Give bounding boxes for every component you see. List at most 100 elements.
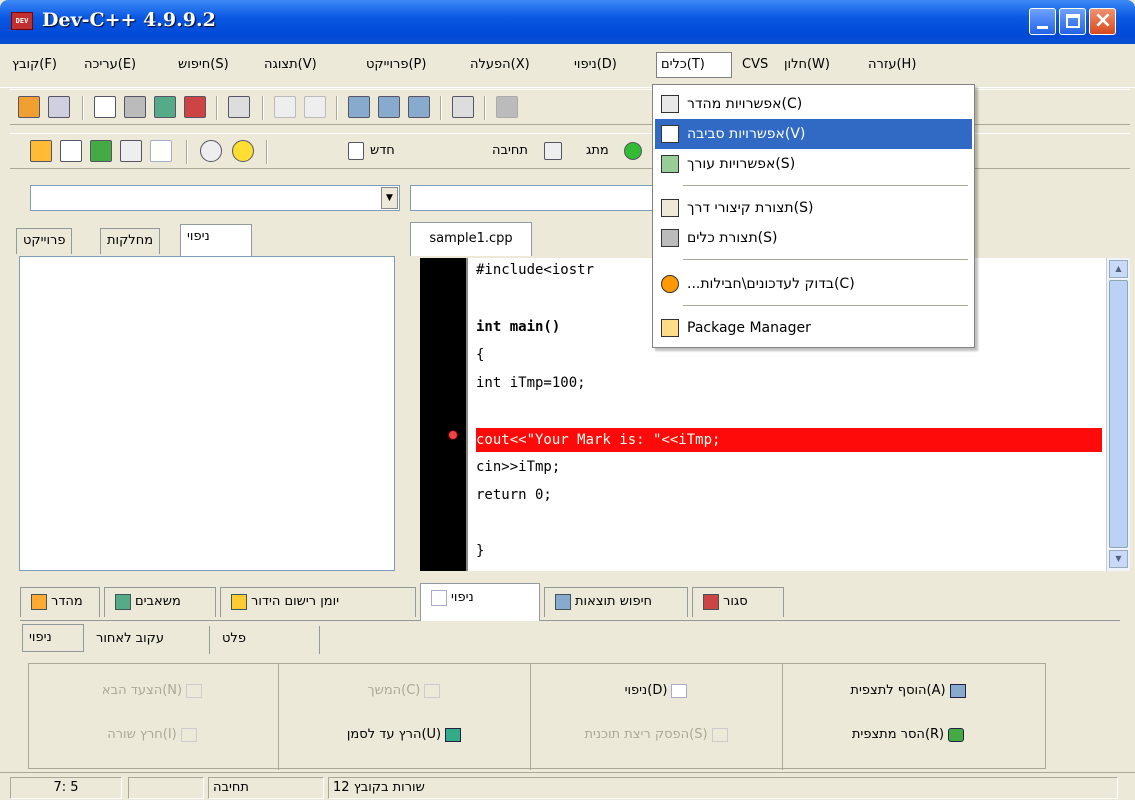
menu-separator xyxy=(683,259,968,260)
breakpoint-icon[interactable] xyxy=(448,430,458,440)
debug-tree-panel[interactable] xyxy=(19,256,395,571)
tab-resources[interactable]: משאבים xyxy=(104,587,216,617)
toolbar-separator xyxy=(216,96,218,120)
compile-button[interactable]: תחיבה xyxy=(492,143,528,158)
compile-run-icon[interactable] xyxy=(90,140,112,162)
continue-button[interactable]: המשך(C) xyxy=(281,678,531,704)
open-project-icon[interactable] xyxy=(18,96,40,118)
code-line: } xyxy=(476,543,485,559)
button-label: חרץ שורה(I) xyxy=(107,727,177,742)
new-button[interactable]: חדש xyxy=(370,143,395,158)
menu-item-label: אפשרויות סביבה(V) xyxy=(687,126,806,142)
toolbar-separator xyxy=(186,140,188,164)
menu-window[interactable]: חלון(W) xyxy=(780,52,834,78)
about-icon[interactable] xyxy=(232,140,254,162)
menu-project[interactable]: פרוייקט(P) xyxy=(362,52,430,78)
subtab-output[interactable]: פלט xyxy=(216,626,320,654)
close-icon: × xyxy=(1093,8,1113,33)
menu-search[interactable]: חיפוש(S) xyxy=(174,52,233,78)
menu-edit[interactable]: עריכה(E) xyxy=(80,52,140,78)
menu-item-check-updates[interactable]: ...בדוק לעדכונים\חבילות(C) xyxy=(655,269,972,299)
remove-watch-button[interactable]: הסר מתצפית(R) xyxy=(785,722,1035,748)
tab-compile-log[interactable]: יומן רישום הידור xyxy=(220,587,416,617)
debug-check-icon xyxy=(671,683,688,698)
print-icon[interactable] xyxy=(228,96,250,118)
subtab-backtrace[interactable]: עקוב לאחור xyxy=(90,626,210,654)
menu-item-environment-options[interactable]: אפשרויות סביבה(V) xyxy=(655,119,972,149)
resources-icon xyxy=(115,593,131,610)
menu-item-label: תצורת קיצורי דרך(S) xyxy=(687,200,814,216)
class-combobox[interactable]: ▼ xyxy=(30,185,400,211)
scroll-down-icon[interactable]: ▼ xyxy=(1109,550,1128,568)
highlighted-code-line: cout<<"Your Mark is: "<<iTmp; xyxy=(476,428,1102,452)
close-file-icon[interactable] xyxy=(184,96,206,118)
chevron-down-icon[interactable]: ▼ xyxy=(381,187,398,209)
tab-find-results[interactable]: חיפוש תוצאות xyxy=(544,587,688,617)
debug-button[interactable]: ניפוי(D) xyxy=(533,678,783,704)
toggle-button[interactable]: מתג xyxy=(586,143,609,158)
open-file-icon[interactable] xyxy=(48,96,70,118)
toolbar-separator xyxy=(82,96,84,120)
stop-execution-button[interactable]: הפסק ריצת תוכנית(S) xyxy=(533,722,783,748)
goto-line-icon[interactable] xyxy=(452,96,474,118)
tab-close[interactable]: סגור xyxy=(692,587,784,617)
menu-item-editor-options[interactable]: אפשרויות עורך(S) xyxy=(655,149,972,179)
menu-cvs[interactable]: CVS xyxy=(738,52,772,78)
editor-vertical-scrollbar[interactable]: ▲ ▼ xyxy=(1106,258,1130,571)
subtab-debug[interactable]: ניפוי xyxy=(22,624,84,652)
next-step-button[interactable]: הצעד הבא(N) xyxy=(29,678,279,704)
save-icon[interactable] xyxy=(124,96,146,118)
menu-tools[interactable]: כלים(T) xyxy=(656,52,732,78)
undo-icon[interactable] xyxy=(274,96,296,118)
menu-item-package-manager[interactable]: Package Manager xyxy=(655,313,972,343)
button-label: הסר מתצפית(R) xyxy=(851,727,945,742)
menu-item-compiler-options[interactable]: אפשרויות מהדר(C) xyxy=(655,89,972,119)
menu-file[interactable]: קובץ(F) xyxy=(8,52,61,78)
tab-debug-panel[interactable]: ניפוי xyxy=(420,583,540,621)
minimize-button[interactable] xyxy=(1029,8,1056,35)
find-icon[interactable] xyxy=(348,96,370,118)
compile-icon[interactable] xyxy=(30,140,52,162)
tab-project[interactable]: פרוייקט xyxy=(16,228,73,254)
menu-item-label: אפשרויות מהדר(C) xyxy=(687,96,803,112)
button-label: הרץ עד לסמן(U) xyxy=(346,727,442,742)
help-icon[interactable] xyxy=(200,140,222,162)
add-watch-button[interactable]: הוסף לתצפית(A) xyxy=(785,678,1035,704)
menu-execute[interactable]: הפעלה(X) xyxy=(466,52,534,78)
tab-compiler[interactable]: מהדר xyxy=(20,587,100,617)
debug-check-icon[interactable] xyxy=(150,140,172,162)
title-bar[interactable]: DEV Dev-C++ 4.9.9.2 × xyxy=(0,0,1135,44)
member-combobox[interactable] xyxy=(410,185,660,211)
menu-debug[interactable]: ניפוי(D) xyxy=(570,52,621,78)
menu-item-tools-config[interactable]: תצורת כלים(S) xyxy=(655,223,972,253)
save-all-icon[interactable] xyxy=(154,96,176,118)
scroll-up-icon[interactable]: ▲ xyxy=(1109,260,1128,278)
menu-help[interactable]: עזרה(H) xyxy=(864,52,920,78)
close-panel-icon xyxy=(703,593,719,610)
menu-view[interactable]: תצוגה(V) xyxy=(260,52,321,78)
replace-icon[interactable] xyxy=(378,96,400,118)
menu-item-label: ...בדוק לעדכונים\חבילות(C) xyxy=(687,276,855,292)
run-to-cursor-button[interactable]: הרץ עד לסמן(U) xyxy=(281,722,531,748)
button-label: ניפוי(D) xyxy=(624,683,668,698)
redo-icon[interactable] xyxy=(304,96,326,118)
tab-debug[interactable]: ניפוי xyxy=(180,224,252,256)
scrollbar-thumb[interactable] xyxy=(1109,280,1128,548)
menu-item-shortcuts[interactable]: תצורת קיצורי דרך(S) xyxy=(655,193,972,223)
add-to-project-icon[interactable] xyxy=(496,96,518,118)
menu-separator xyxy=(683,185,968,186)
editor-gutter[interactable] xyxy=(420,258,466,571)
run-icon[interactable] xyxy=(60,140,82,162)
tab-label: יומן רישום הידור xyxy=(251,594,340,609)
tab-sample1-cpp[interactable]: sample1.cpp xyxy=(410,222,532,256)
step-into-icon xyxy=(180,727,197,742)
maximize-icon xyxy=(1066,14,1080,28)
update-icon xyxy=(661,275,679,293)
step-into-button[interactable]: חרץ שורה(I) xyxy=(29,722,279,748)
tab-classes[interactable]: מחלקות xyxy=(100,228,161,254)
rebuild-icon[interactable] xyxy=(120,140,142,162)
new-file-icon[interactable] xyxy=(94,96,116,118)
find-next-icon[interactable] xyxy=(408,96,430,118)
maximize-button[interactable] xyxy=(1059,8,1086,35)
close-button[interactable]: × xyxy=(1089,8,1116,35)
